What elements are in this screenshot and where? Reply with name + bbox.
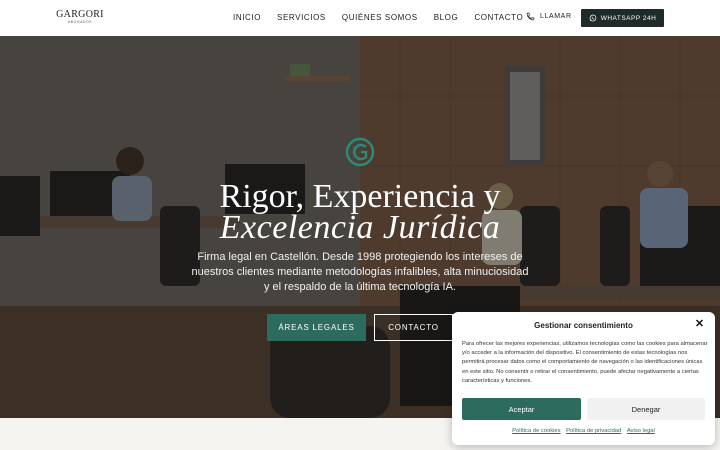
call-label: LLAMAR [540, 13, 572, 20]
hero-title-line2: Excelencia Jurídica [219, 209, 501, 246]
phone-icon [526, 12, 535, 21]
nav-item-quienes-somos[interactable]: QUIÉNES SOMOS [342, 13, 418, 23]
logo[interactable]: GARGORI ABOGADOS [56, 9, 104, 25]
cookie-policy-link[interactable]: Política de cookies [512, 428, 560, 434]
logo-subtext: ABOGADOS [67, 20, 93, 24]
cookie-title: Gestionar consentimiento [534, 321, 633, 330]
contacto-button[interactable]: CONTACTO [374, 314, 453, 341]
nav-item-inicio[interactable]: INICIO [233, 13, 261, 23]
logo-emblem-icon [345, 137, 375, 167]
whatsapp-label: WHATSAPP 24H [600, 14, 657, 22]
nav-item-servicios[interactable]: SERVICIOS [277, 13, 326, 23]
whatsapp-button[interactable]: WHATSAPP 24H [581, 9, 664, 27]
call-link[interactable]: LLAMAR [526, 12, 572, 21]
nav-item-contacto[interactable]: CONTACTO [474, 13, 523, 23]
cookie-consent-dialog: Gestionar consentimiento ✕ Para ofrecer … [452, 312, 715, 445]
areas-legales-button[interactable]: ÁREAS LEGALES [267, 314, 366, 341]
logo-text: GARGORI [56, 9, 104, 20]
deny-button[interactable]: Denegar [587, 398, 705, 420]
cookie-links: Política de cookies Política de privacid… [452, 428, 715, 434]
cookie-text: Para ofrecer las mejores experiencias, u… [462, 341, 708, 384]
main-nav: INICIO SERVICIOS QUIÉNES SOMOS BLOG CONT… [233, 13, 539, 23]
legal-notice-link[interactable]: Aviso legal [627, 428, 655, 434]
whatsapp-icon [589, 14, 597, 22]
nav-item-blog[interactable]: BLOG [434, 13, 459, 23]
hero-subtitle: Firma legal en Castellón. Desde 1998 pro… [191, 251, 529, 293]
site-header: GARGORI ABOGADOS INICIO SERVICIOS QUIÉNE… [0, 0, 720, 36]
accept-button[interactable]: Aceptar [462, 398, 581, 420]
close-icon[interactable]: ✕ [694, 319, 705, 330]
privacy-policy-link[interactable]: Política de privacidad [566, 428, 621, 434]
